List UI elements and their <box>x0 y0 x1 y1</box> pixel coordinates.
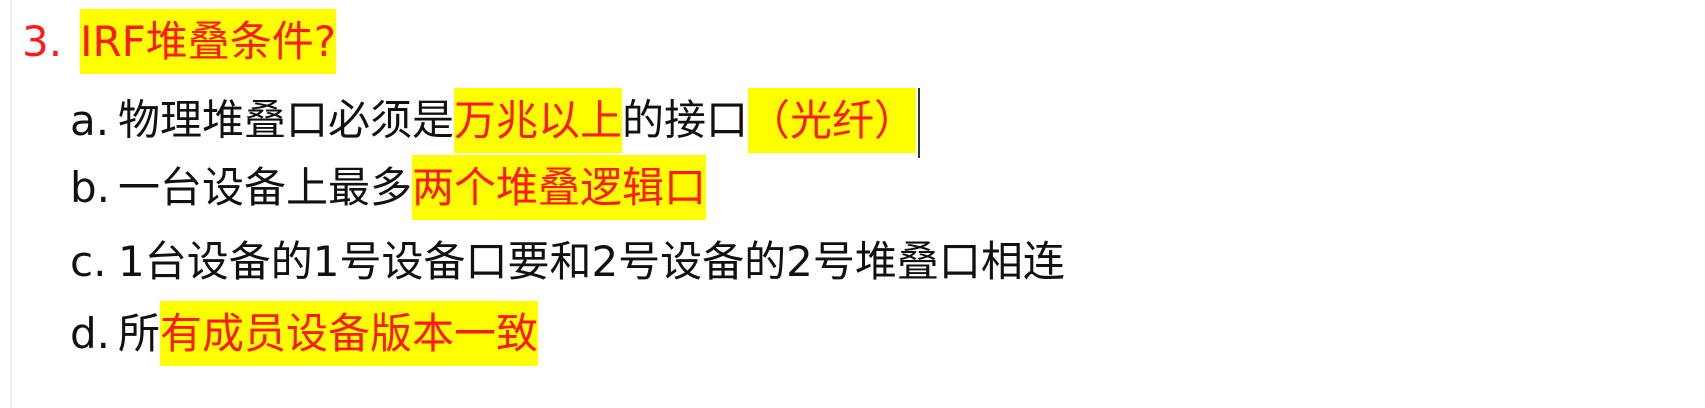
heading-title: IRF堆叠条件? <box>80 9 337 74</box>
item-a-highlight-1: 万兆以上 <box>454 87 623 153</box>
item-marker-d: d. <box>70 309 111 358</box>
page-left-edge <box>10 0 12 408</box>
item-a-text-1: 物理堆叠口必须是 <box>118 95 455 145</box>
document-page: 3. IRF堆叠条件? a. 物理堆叠口必须是万兆以上的接口（光纤） b. 一台设备上… <box>0 0 1705 408</box>
item-b-highlight-1: 两个堆叠逻辑口 <box>412 155 707 220</box>
item-marker-b: b. <box>70 163 111 212</box>
item-a-highlight-2: （光纤） <box>748 87 917 153</box>
heading-number: 3. <box>22 17 63 66</box>
item-c-text-1: 1台设备的1号设备口要和2号设备的2号堆叠口相连 <box>118 237 1065 286</box>
item-d-text-1: 所 <box>118 309 161 358</box>
item-a-text-2: 的接口 <box>622 95 749 145</box>
list-item-a: a. 物理堆叠口必须是万兆以上的接口（光纤） <box>70 87 921 158</box>
item-marker-a: a. <box>70 95 110 145</box>
item-marker-c: c. <box>70 237 107 286</box>
item-d-highlight-1: 有成员设备版本一致 <box>160 301 539 366</box>
list-item-c: c. 1台设备的1号设备口要和2号设备的2号堆叠口相连 <box>70 234 1065 290</box>
section-heading: 3. IRF堆叠条件? <box>22 9 337 74</box>
item-b-text-1: 一台设备上最多 <box>118 163 413 212</box>
list-item-d: d. 所有成员设备版本一致 <box>70 301 539 366</box>
text-cursor <box>918 88 921 158</box>
list-item-b: b. 一台设备上最多两个堆叠逻辑口 <box>70 155 707 220</box>
